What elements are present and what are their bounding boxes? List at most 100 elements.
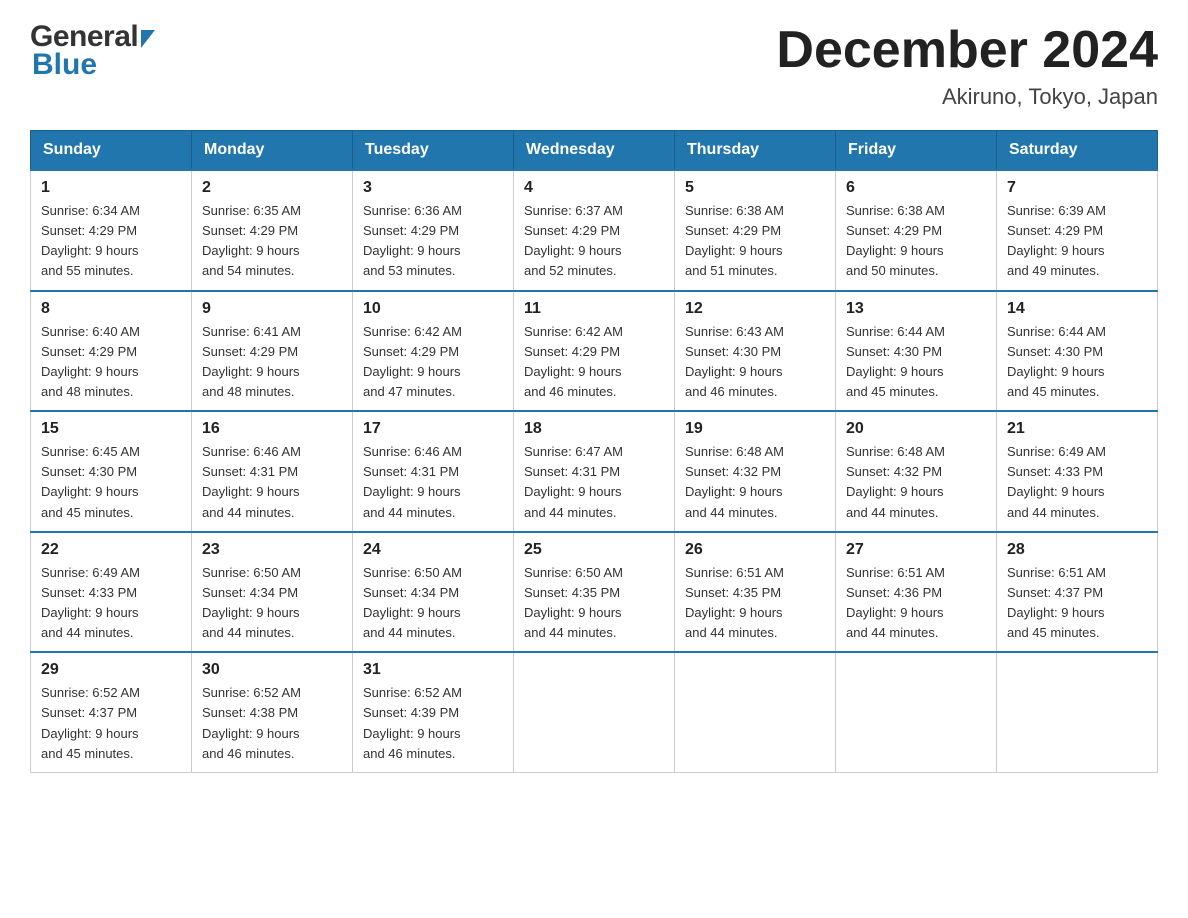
day-info: Sunrise: 6:44 AMSunset: 4:30 PMDaylight:… — [846, 322, 986, 403]
day-number: 9 — [202, 300, 342, 318]
day-info: Sunrise: 6:50 AMSunset: 4:35 PMDaylight:… — [524, 563, 664, 644]
day-cell-12: 12 Sunrise: 6:43 AMSunset: 4:30 PMDayligh… — [675, 291, 836, 412]
calendar-header-row: SundayMondayTuesdayWednesdayThursdayFrid… — [31, 131, 1158, 171]
day-number: 17 — [363, 420, 503, 438]
calendar-subtitle: Akiruno, Tokyo, Japan — [776, 84, 1158, 110]
title-block: December 2024 Akiruno, Tokyo, Japan — [776, 20, 1158, 110]
calendar-table: SundayMondayTuesdayWednesdayThursdayFrid… — [30, 130, 1158, 773]
day-number: 27 — [846, 541, 986, 559]
week-row-3: 15 Sunrise: 6:45 AMSunset: 4:30 PMDayligh… — [31, 411, 1158, 532]
day-cell-20: 20Sunrise: 6:48 AMSunset: 4:32 PMDayligh… — [836, 411, 997, 532]
day-info: Sunrise: 6:49 AMSunset: 4:33 PMDaylight:… — [41, 563, 181, 644]
day-cell-6: 6Sunrise: 6:38 AMSunset: 4:29 PMDaylight… — [836, 170, 997, 291]
day-cell-26: 26Sunrise: 6:51 AMSunset: 4:35 PMDayligh… — [675, 532, 836, 653]
day-number: 22 — [41, 541, 181, 559]
day-number: 28 — [1007, 541, 1147, 559]
day-info: Sunrise: 6:40 AMSunset: 4:29 PMDaylight:… — [41, 322, 181, 403]
logo-blue-text: Blue — [30, 48, 155, 82]
day-info: Sunrise: 6:50 AMSunset: 4:34 PMDaylight:… — [202, 563, 342, 644]
day-info: Sunrise: 6:38 AMSunset: 4:29 PMDaylight:… — [846, 201, 986, 282]
day-info: Sunrise: 6:35 AMSunset: 4:29 PMDaylight:… — [202, 201, 342, 282]
day-number: 19 — [685, 420, 825, 438]
day-number: 14 — [1007, 300, 1147, 318]
day-cell-7: 7 Sunrise: 6:39 AMSunset: 4:29 PMDaylight… — [997, 170, 1158, 291]
day-number: 4 — [524, 179, 664, 197]
column-header-monday: Monday — [192, 131, 353, 171]
column-header-saturday: Saturday — [997, 131, 1158, 171]
day-cell-3: 3 Sunrise: 6:36 AMSunset: 4:29 PMDaylight… — [353, 170, 514, 291]
day-info: Sunrise: 6:51 AMSunset: 4:35 PMDaylight:… — [685, 563, 825, 644]
day-info: Sunrise: 6:39 AMSunset: 4:29 PMDaylight:… — [1007, 201, 1147, 282]
day-cell-10: 10Sunrise: 6:42 AMSunset: 4:29 PMDayligh… — [353, 291, 514, 412]
week-row-5: 29 Sunrise: 6:52 AMSunset: 4:37 PMDayligh… — [31, 652, 1158, 772]
day-number: 23 — [202, 541, 342, 559]
day-number: 31 — [363, 661, 503, 679]
day-info: Sunrise: 6:52 AMSunset: 4:39 PMDaylight:… — [363, 683, 503, 764]
day-cell-17: 17Sunrise: 6:46 AMSunset: 4:31 PMDayligh… — [353, 411, 514, 532]
day-number: 8 — [41, 300, 181, 318]
day-cell-23: 23 Sunrise: 6:50 AMSunset: 4:34 PMDayligh… — [192, 532, 353, 653]
week-row-1: 1 Sunrise: 6:34 AMSunset: 4:29 PMDaylight… — [31, 170, 1158, 291]
day-cell-28: 28 Sunrise: 6:51 AMSunset: 4:37 PMDayligh… — [997, 532, 1158, 653]
empty-cell — [675, 652, 836, 772]
day-cell-15: 15 Sunrise: 6:45 AMSunset: 4:30 PMDayligh… — [31, 411, 192, 532]
day-cell-14: 14 Sunrise: 6:44 AMSunset: 4:30 PMDayligh… — [997, 291, 1158, 412]
day-cell-4: 4 Sunrise: 6:37 AMSunset: 4:29 PMDaylight… — [514, 170, 675, 291]
day-number: 29 — [41, 661, 181, 679]
day-cell-9: 9 Sunrise: 6:41 AMSunset: 4:29 PMDaylight… — [192, 291, 353, 412]
day-number: 21 — [1007, 420, 1147, 438]
day-number: 15 — [41, 420, 181, 438]
week-row-4: 22 Sunrise: 6:49 AMSunset: 4:33 PMDayligh… — [31, 532, 1158, 653]
day-number: 7 — [1007, 179, 1147, 197]
day-cell-31: 31 Sunrise: 6:52 AMSunset: 4:39 PMDayligh… — [353, 652, 514, 772]
day-info: Sunrise: 6:42 AMSunset: 4:29 PMDaylight:… — [524, 322, 664, 403]
day-info: Sunrise: 6:48 AMSunset: 4:32 PMDaylight:… — [846, 442, 986, 523]
day-cell-2: 2Sunrise: 6:35 AMSunset: 4:29 PMDaylight… — [192, 170, 353, 291]
empty-cell — [997, 652, 1158, 772]
day-number: 12 — [685, 300, 825, 318]
page-header: General Blue December 2024 Akiruno, Toky… — [30, 20, 1158, 110]
column-header-thursday: Thursday — [675, 131, 836, 171]
column-header-wednesday: Wednesday — [514, 131, 675, 171]
day-info: Sunrise: 6:52 AMSunset: 4:37 PMDaylight:… — [41, 683, 181, 764]
day-number: 30 — [202, 661, 342, 679]
day-cell-11: 11 Sunrise: 6:42 AMSunset: 4:29 PMDayligh… — [514, 291, 675, 412]
day-info: Sunrise: 6:46 AMSunset: 4:31 PMDaylight:… — [202, 442, 342, 523]
day-number: 1 — [41, 179, 181, 197]
day-number: 24 — [363, 541, 503, 559]
day-number: 11 — [524, 300, 664, 318]
day-info: Sunrise: 6:44 AMSunset: 4:30 PMDaylight:… — [1007, 322, 1147, 403]
day-cell-8: 8 Sunrise: 6:40 AMSunset: 4:29 PMDaylight… — [31, 291, 192, 412]
day-info: Sunrise: 6:36 AMSunset: 4:29 PMDaylight:… — [363, 201, 503, 282]
day-cell-19: 19 Sunrise: 6:48 AMSunset: 4:32 PMDayligh… — [675, 411, 836, 532]
day-cell-13: 13 Sunrise: 6:44 AMSunset: 4:30 PMDayligh… — [836, 291, 997, 412]
day-info: Sunrise: 6:51 AMSunset: 4:37 PMDaylight:… — [1007, 563, 1147, 644]
day-info: Sunrise: 6:43 AMSunset: 4:30 PMDaylight:… — [685, 322, 825, 403]
day-info: Sunrise: 6:47 AMSunset: 4:31 PMDaylight:… — [524, 442, 664, 523]
day-number: 5 — [685, 179, 825, 197]
day-number: 3 — [363, 179, 503, 197]
day-cell-27: 27Sunrise: 6:51 AMSunset: 4:36 PMDayligh… — [836, 532, 997, 653]
day-info: Sunrise: 6:49 AMSunset: 4:33 PMDaylight:… — [1007, 442, 1147, 523]
day-number: 16 — [202, 420, 342, 438]
column-header-tuesday: Tuesday — [353, 131, 514, 171]
day-cell-22: 22 Sunrise: 6:49 AMSunset: 4:33 PMDayligh… — [31, 532, 192, 653]
day-cell-29: 29 Sunrise: 6:52 AMSunset: 4:37 PMDayligh… — [31, 652, 192, 772]
week-row-2: 8 Sunrise: 6:40 AMSunset: 4:29 PMDaylight… — [31, 291, 1158, 412]
day-cell-30: 30Sunrise: 6:52 AMSunset: 4:38 PMDayligh… — [192, 652, 353, 772]
column-header-sunday: Sunday — [31, 131, 192, 171]
day-cell-24: 24Sunrise: 6:50 AMSunset: 4:34 PMDayligh… — [353, 532, 514, 653]
day-info: Sunrise: 6:41 AMSunset: 4:29 PMDaylight:… — [202, 322, 342, 403]
empty-cell — [514, 652, 675, 772]
day-info: Sunrise: 6:48 AMSunset: 4:32 PMDaylight:… — [685, 442, 825, 523]
day-info: Sunrise: 6:38 AMSunset: 4:29 PMDaylight:… — [685, 201, 825, 282]
day-number: 13 — [846, 300, 986, 318]
day-info: Sunrise: 6:37 AMSunset: 4:29 PMDaylight:… — [524, 201, 664, 282]
day-cell-1: 1 Sunrise: 6:34 AMSunset: 4:29 PMDaylight… — [31, 170, 192, 291]
logo: General Blue — [30, 20, 155, 82]
day-info: Sunrise: 6:45 AMSunset: 4:30 PMDaylight:… — [41, 442, 181, 523]
day-info: Sunrise: 6:34 AMSunset: 4:29 PMDaylight:… — [41, 201, 181, 282]
day-info: Sunrise: 6:42 AMSunset: 4:29 PMDaylight:… — [363, 322, 503, 403]
day-cell-25: 25Sunrise: 6:50 AMSunset: 4:35 PMDayligh… — [514, 532, 675, 653]
day-cell-21: 21 Sunrise: 6:49 AMSunset: 4:33 PMDayligh… — [997, 411, 1158, 532]
